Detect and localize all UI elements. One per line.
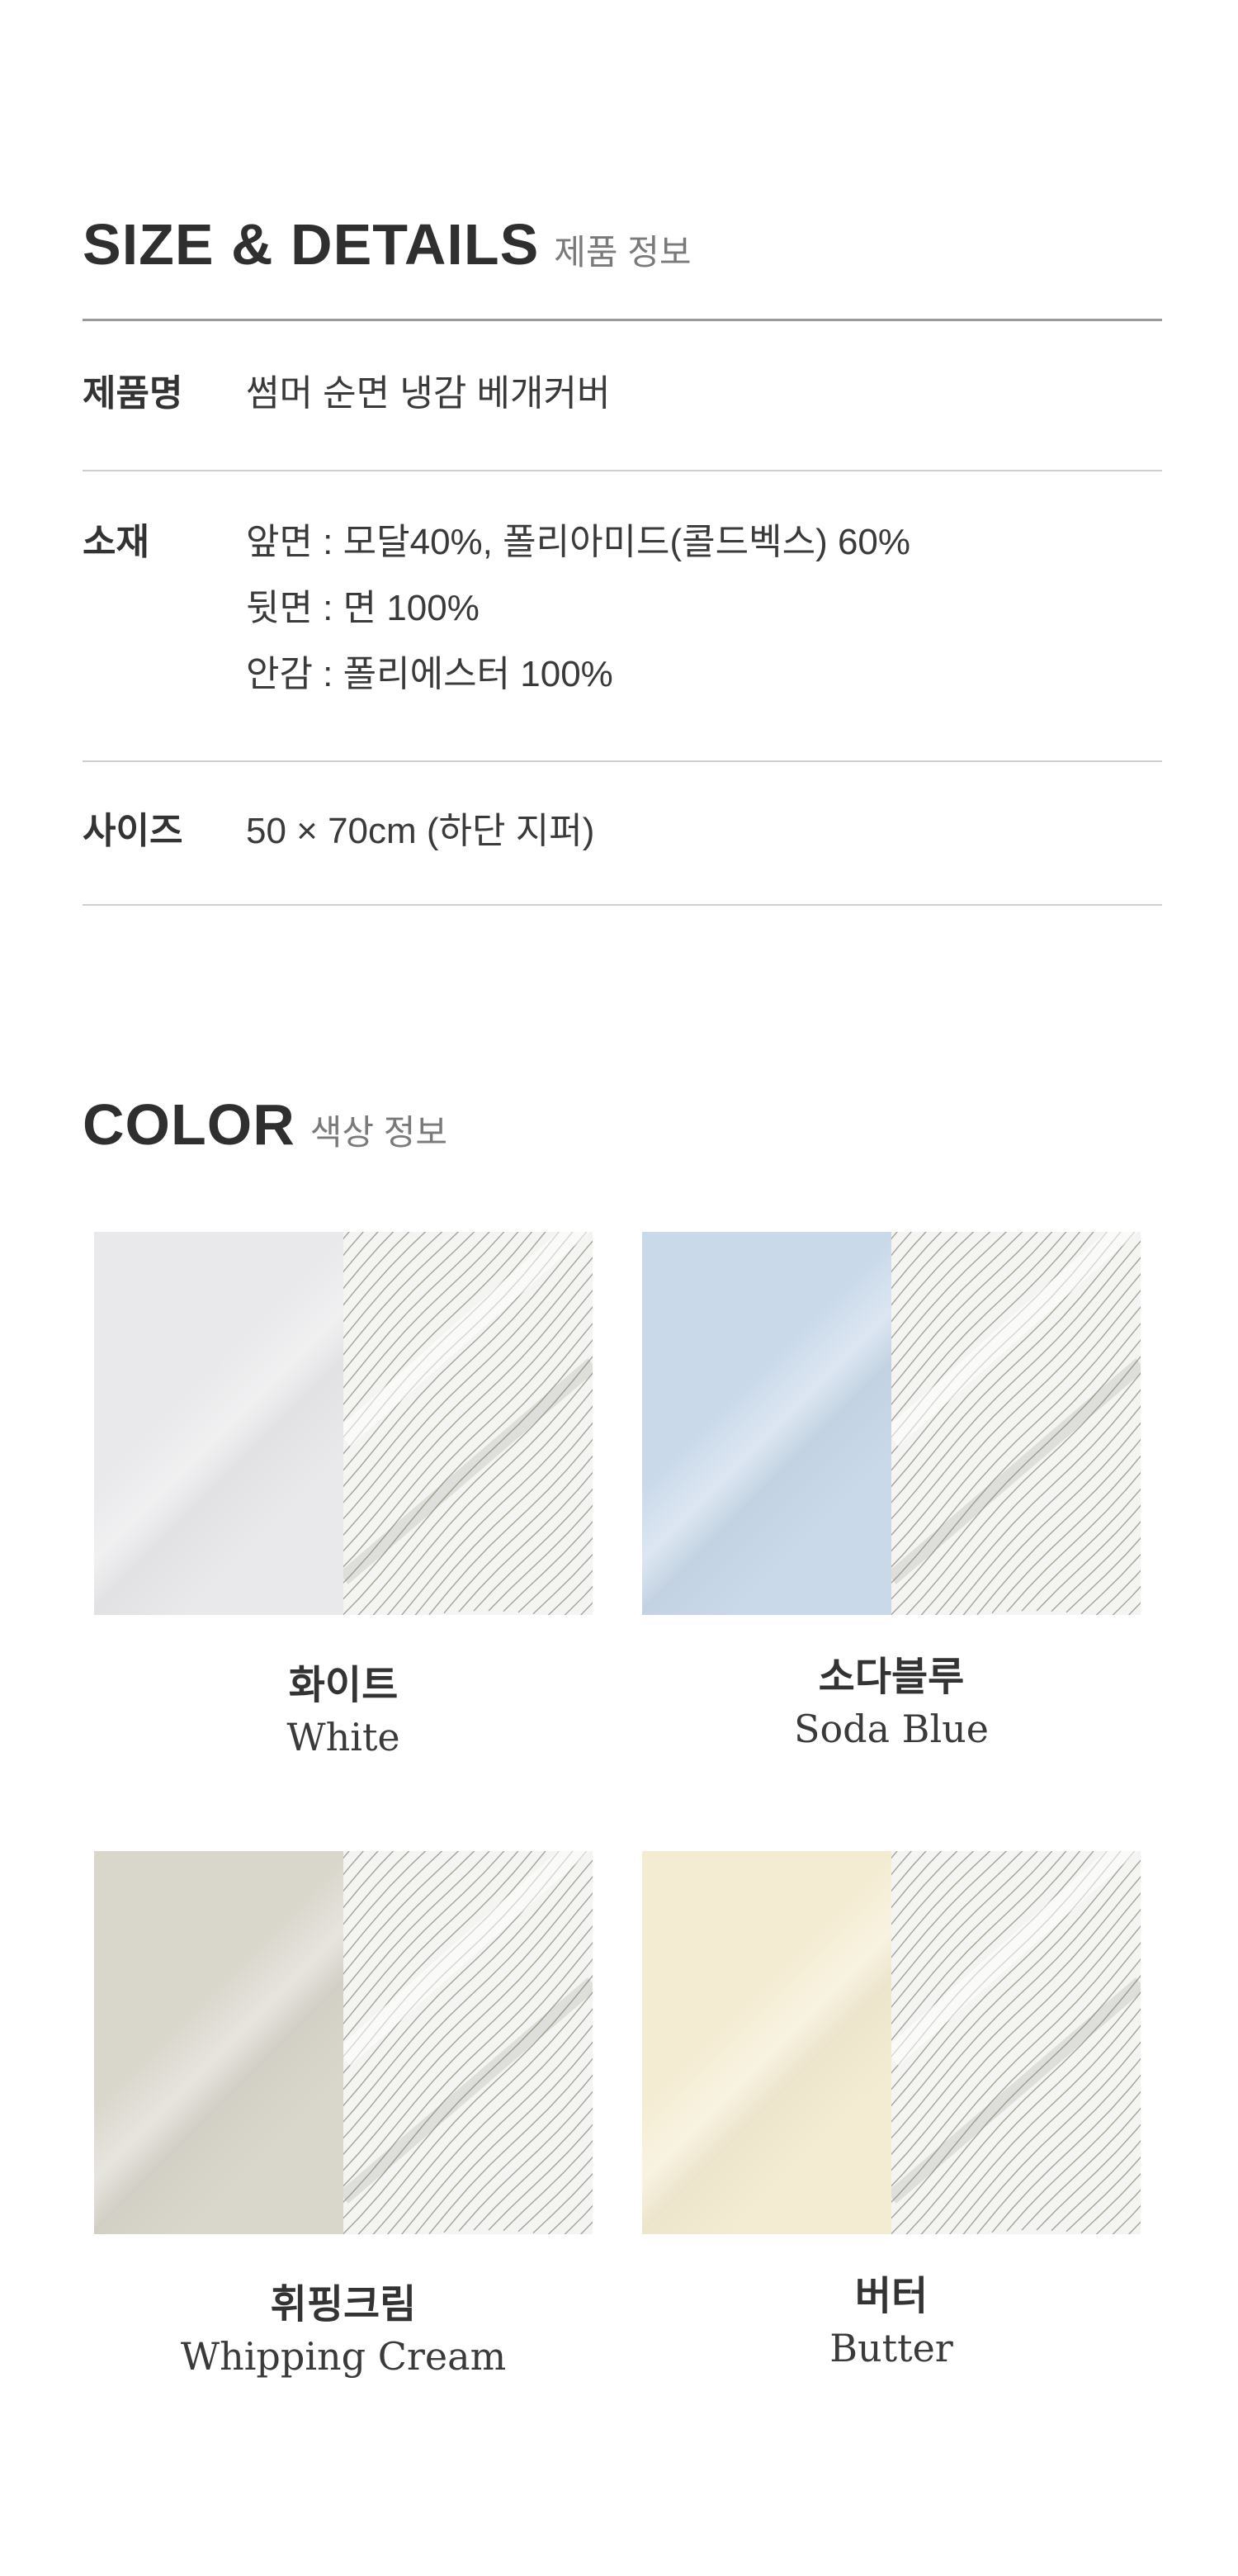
- spec-row-product-name: 제품명 썸머 순면 냉감 베개커버: [83, 321, 1162, 471]
- swatch-caption-whipping-cream: 휘핑크림 Whipping Cream: [94, 2280, 593, 2383]
- swatch-butter: [642, 1851, 1141, 2234]
- swatch-name-ko: 휘핑크림: [270, 2283, 417, 2327]
- swatch-fold-highlight: [94, 1232, 343, 1615]
- spec-value-line: 50 × 70cm (하단 지퍼): [246, 811, 595, 851]
- spec-value-material: 앞면 : 모달40%, 폴리아미드(콜드벡스) 60% 뒷면 : 면 100% …: [246, 509, 910, 760]
- spec-label-material: 소재: [83, 522, 149, 562]
- spec-value-line: 안감 : 폴리에스터 100%: [246, 654, 613, 694]
- swatch-soda-blue: [642, 1232, 1141, 1615]
- swatch-name-ko: 버터: [854, 2275, 928, 2318]
- spec-value-line: 앞면 : 모달40%, 폴리아미드(콜드벡스) 60%: [246, 522, 911, 562]
- color-title: COLOR: [83, 1092, 295, 1157]
- spec-row-size: 사이즈 50 × 70cm (하단 지퍼): [83, 762, 1162, 906]
- size-details-subtitle: 제품 정보: [554, 233, 692, 272]
- size-details-title: SIZE & DETAILS: [83, 212, 540, 277]
- size-details-heading: SIZE & DETAILS 제품 정보: [83, 211, 692, 277]
- spec-value-line: 썸머 순면 냉감 베개커버: [246, 373, 611, 414]
- swatch-caption-soda-blue: 소다블루 Soda Blue: [642, 1653, 1141, 1755]
- color-subtitle: 색상 정보: [310, 1113, 447, 1152]
- spec-value-size: 50 × 70cm (하단 지퍼): [246, 798, 594, 904]
- spec-label-product-name: 제품명: [83, 373, 183, 414]
- swatch-stripe-fabric: [891, 1232, 1141, 1615]
- spec-value-product-name: 썸머 순면 냉감 베개커버: [246, 361, 610, 470]
- spec-value-line: 뒷면 : 면 100%: [246, 588, 480, 628]
- swatch-whipping-cream: [94, 1851, 593, 2234]
- color-heading: COLOR 색상 정보: [83, 1091, 447, 1158]
- swatch-name-en: Whipping Cream: [180, 2334, 507, 2379]
- spec-label-size: 사이즈: [83, 811, 183, 851]
- spec-row-material: 소재 앞면 : 모달40%, 폴리아미드(콜드벡스) 60% 뒷면 : 면 10…: [83, 471, 1162, 762]
- swatch-caption-butter: 버터 Butter: [642, 2272, 1141, 2375]
- swatch-white: [94, 1232, 593, 1615]
- swatch-name-ko: 소다블루: [818, 1655, 965, 1699]
- swatch-caption-white: 화이트 White: [94, 1661, 593, 1764]
- swatch-fold-highlight: [94, 1851, 343, 2234]
- swatch-stripe-fabric: [343, 1232, 593, 1615]
- swatch-fold-highlight: [642, 1851, 891, 2234]
- swatch-name-en: White: [286, 1715, 400, 1759]
- swatch-stripe-fabric: [343, 1851, 593, 2234]
- swatch-stripe-fabric: [891, 1851, 1141, 2234]
- swatch-name-en: Butter: [829, 2326, 953, 2370]
- swatch-name-en: Soda Blue: [793, 1707, 990, 1751]
- swatch-fold-highlight: [642, 1232, 891, 1615]
- spec-table: 제품명 썸머 순면 냉감 베개커버 소재 앞면 : 모달40%, 폴리아미드(콜…: [83, 319, 1162, 906]
- swatch-name-ko: 화이트: [288, 1664, 399, 1707]
